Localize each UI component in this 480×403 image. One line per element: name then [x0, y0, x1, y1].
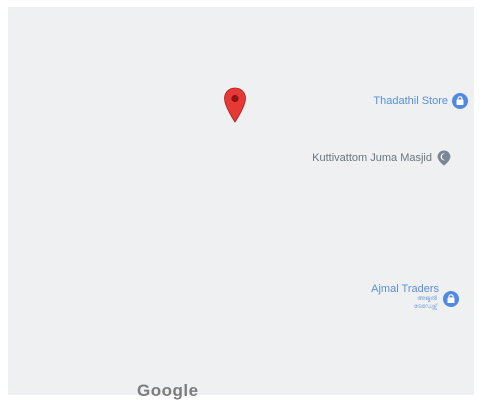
poi-label: Thadathil Store — [373, 95, 448, 107]
poi-label: Kuttivattom Juma Masjid — [312, 152, 432, 164]
poi-ajmal-traders[interactable]: Ajmal Traders അജ്മൽ ട്രേഡേഴ്സ് — [371, 283, 459, 311]
mosque-icon — [437, 150, 451, 166]
shopping-bag-icon — [443, 291, 459, 307]
poi-label: Ajmal Traders — [371, 283, 439, 295]
poi-label-group: Ajmal Traders അജ്മൽ ട്രേഡേഴ്സ് — [371, 283, 439, 311]
poi-label-malayalam-line2: ട്രേഡേഴ്സ് — [413, 304, 437, 310]
screenshot-frame: Thadathil Store Kuttivattom Juma Masjid … — [0, 0, 480, 403]
map-pin-icon[interactable] — [223, 87, 247, 123]
poi-kuttivattom-juma-masjid[interactable]: Kuttivattom Juma Masjid — [312, 150, 452, 166]
poi-thadathil-store[interactable]: Thadathil Store — [373, 93, 468, 109]
map-view[interactable]: Thadathil Store Kuttivattom Juma Masjid … — [8, 7, 474, 395]
google-logo: Google — [137, 381, 199, 400]
shopping-bag-icon — [452, 93, 468, 109]
poi-label-malayalam-line1: അജ്മൽ — [417, 296, 437, 302]
